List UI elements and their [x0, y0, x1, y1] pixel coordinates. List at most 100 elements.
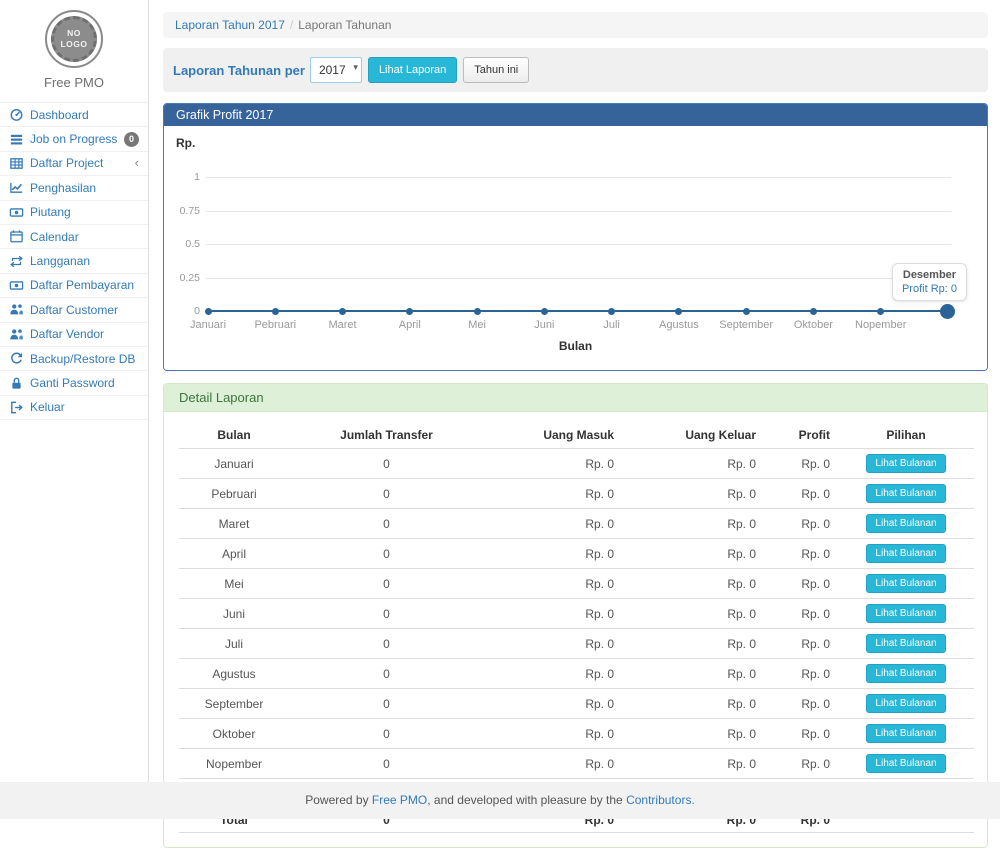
sidebar-item-label: Daftar Vendor — [30, 327, 104, 341]
year-filter-bar: Laporan Tahunan per 2017 Lihat Laporan T… — [163, 48, 988, 92]
lihat-bulanan-button[interactable]: Lihat Bulanan — [866, 484, 945, 503]
sidebar-item-daftar-project[interactable]: Daftar Project‹ — [0, 152, 148, 176]
cell-uang-keluar: Rp. 0 — [622, 629, 764, 659]
lihat-bulanan-button[interactable]: Lihat Bulanan — [866, 574, 945, 593]
lihat-bulanan-button[interactable]: Lihat Bulanan — [866, 544, 945, 563]
breadcrumb-separator: / — [290, 18, 293, 32]
cell-uang-masuk: Rp. 0 — [484, 539, 622, 569]
sidebar-item-label: Job on Progress — [30, 132, 117, 146]
sign-out-icon — [9, 400, 24, 415]
lihat-bulanan-button[interactable]: Lihat Bulanan — [866, 604, 945, 623]
breadcrumb: Laporan Tahun 2017/Laporan Tahunan — [163, 12, 988, 38]
lihat-bulanan-button[interactable]: Lihat Bulanan — [866, 634, 945, 653]
sidebar-item-langganan[interactable]: Langganan — [0, 249, 148, 273]
lihat-bulanan-button[interactable]: Lihat Bulanan — [866, 664, 945, 683]
profit-series-line — [208, 310, 948, 312]
logo-block: NO LOGO Free PMO — [0, 0, 148, 102]
cell-uang-masuk: Rp. 0 — [484, 689, 622, 719]
cell-bulan: Oktober — [179, 719, 289, 749]
y-tick-label: 0.25 — [164, 272, 200, 284]
cell-uang-keluar: Rp. 0 — [622, 749, 764, 779]
data-point-juni[interactable] — [541, 308, 548, 315]
y-tick-label: 0 — [164, 305, 200, 317]
cell-pilihan: Lihat Bulanan — [838, 629, 974, 659]
tahun-ini-button[interactable]: Tahun ini — [463, 57, 529, 83]
cell-profit: Rp. 0 — [764, 749, 838, 779]
cell-profit: Rp. 0 — [764, 569, 838, 599]
cell-bulan: September — [179, 689, 289, 719]
cell-uang-keluar: Rp. 0 — [622, 539, 764, 569]
sidebar-item-ganti-password[interactable]: Ganti Password — [0, 371, 148, 395]
data-point-maret[interactable] — [339, 308, 346, 315]
data-point-pebruari[interactable] — [272, 308, 279, 315]
sidebar-item-daftar-vendor[interactable]: Daftar Vendor — [0, 323, 148, 347]
sidebar-item-backup-restore-db[interactable]: Backup/Restore DB — [0, 347, 148, 371]
sidebar-item-label: Piutang — [30, 205, 71, 219]
sidebar-item-daftar-pembayaran[interactable]: Daftar Pembayaran — [0, 274, 148, 298]
lihat-laporan-button[interactable]: Lihat Laporan — [368, 57, 457, 83]
cell-jumlah-transfer: 0 — [289, 509, 484, 539]
data-point-april[interactable] — [406, 308, 413, 315]
footer-link-contributors[interactable]: Contributors. — [626, 793, 695, 807]
lihat-bulanan-button[interactable]: Lihat Bulanan — [866, 754, 945, 773]
app-logo: NO LOGO — [45, 10, 103, 68]
cell-uang-keluar: Rp. 0 — [622, 509, 764, 539]
sidebar-item-job-on-progress[interactable]: Job on Progress 0 — [0, 127, 148, 151]
breadcrumb-link-laporan-tahun[interactable]: Laporan Tahun 2017 — [175, 18, 285, 32]
lihat-bulanan-button[interactable]: Lihat Bulanan — [866, 724, 945, 743]
cell-pilihan: Lihat Bulanan — [838, 749, 974, 779]
lihat-bulanan-button[interactable]: Lihat Bulanan — [866, 694, 945, 713]
sidebar-item-penghasilan[interactable]: Penghasilan — [0, 176, 148, 200]
logo-text: NO LOGO — [58, 28, 90, 49]
table-row-pebruari: Pebruari0Rp. 0Rp. 0Rp. 0Lihat Bulanan — [179, 479, 974, 509]
cell-uang-masuk: Rp. 0 — [484, 479, 622, 509]
data-point-januari[interactable] — [205, 308, 212, 315]
data-point-desember[interactable] — [940, 304, 955, 319]
data-point-agustus[interactable] — [675, 308, 682, 315]
lihat-bulanan-button[interactable]: Lihat Bulanan — [866, 514, 945, 533]
table-row-mei: Mei0Rp. 0Rp. 0Rp. 0Lihat Bulanan — [179, 569, 974, 599]
col-header-bulan: Bulan — [179, 422, 289, 449]
year-select[interactable]: 2017 — [310, 57, 362, 83]
chart-gridline — [206, 278, 951, 279]
data-point-oktober[interactable] — [810, 308, 817, 315]
sidebar: NO LOGO Free PMO DashboardJob on Progres… — [0, 0, 149, 782]
lihat-bulanan-button[interactable]: Lihat Bulanan — [866, 454, 945, 473]
sidebar-item-label: Backup/Restore DB — [30, 352, 135, 366]
table-row-januari: Januari0Rp. 0Rp. 0Rp. 0Lihat Bulanan — [179, 449, 974, 479]
cell-jumlah-transfer: 0 — [289, 659, 484, 689]
cell-bulan: Pebruari — [179, 479, 289, 509]
cell-bulan: Juli — [179, 629, 289, 659]
cell-uang-masuk: Rp. 0 — [484, 659, 622, 689]
cell-pilihan: Lihat Bulanan — [838, 719, 974, 749]
no-logo-seal: NO LOGO — [51, 16, 97, 62]
cell-uang-masuk: Rp. 0 — [484, 629, 622, 659]
count-badge: 0 — [124, 132, 139, 147]
x-axis-label: Bulan — [164, 339, 987, 353]
cell-jumlah-transfer: 0 — [289, 719, 484, 749]
data-point-juli[interactable] — [608, 308, 615, 315]
sidebar-item-label: Ganti Password — [30, 376, 115, 390]
profit-chart-panel: Grafik Profit 2017 Rp. Bulan Desember Pr… — [163, 103, 988, 371]
cell-uang-masuk: Rp. 0 — [484, 509, 622, 539]
sidebar-menu: Dashboard Job on Progress 0 Daftar Project‹… — [0, 102, 148, 420]
data-point-mei[interactable] — [474, 308, 481, 315]
cell-pilihan: Lihat Bulanan — [838, 599, 974, 629]
data-point-nopember[interactable] — [877, 308, 884, 315]
sidebar-item-label: Daftar Customer — [30, 303, 118, 317]
cell-pilihan: Lihat Bulanan — [838, 479, 974, 509]
chart-gridline — [206, 244, 951, 245]
sidebar-item-calendar[interactable]: Calendar — [0, 225, 148, 249]
cell-jumlah-transfer: 0 — [289, 479, 484, 509]
cell-jumlah-transfer: 0 — [289, 539, 484, 569]
sidebar-item-keluar[interactable]: Keluar — [0, 396, 148, 420]
footer-link-free-pmo[interactable]: Free PMO — [372, 793, 427, 807]
cell-bulan: Januari — [179, 449, 289, 479]
data-point-september[interactable] — [743, 308, 750, 315]
sidebar-item-dashboard[interactable]: Dashboard — [0, 103, 148, 127]
cell-bulan: Agustus — [179, 659, 289, 689]
cell-uang-keluar: Rp. 0 — [622, 659, 764, 689]
sidebar-item-daftar-customer[interactable]: Daftar Customer — [0, 298, 148, 322]
sidebar-item-piutang[interactable]: Piutang — [0, 201, 148, 225]
sidebar-item-label: Daftar Project — [30, 156, 103, 170]
